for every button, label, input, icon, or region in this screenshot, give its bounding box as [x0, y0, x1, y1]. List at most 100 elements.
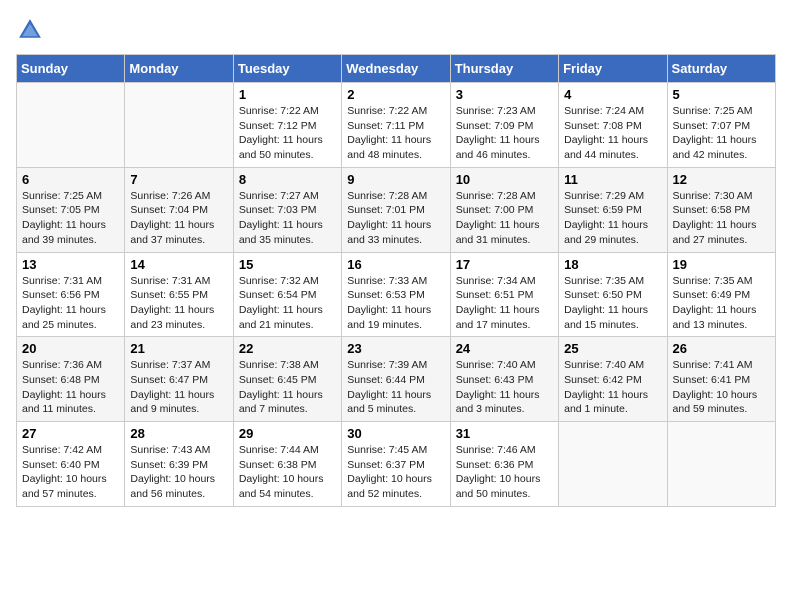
calendar-cell: 19Sunrise: 7:35 AM Sunset: 6:49 PM Dayli… [667, 252, 775, 337]
day-info: Sunrise: 7:46 AM Sunset: 6:36 PM Dayligh… [456, 443, 553, 502]
calendar-cell [667, 422, 775, 507]
calendar-cell: 4Sunrise: 7:24 AM Sunset: 7:08 PM Daylig… [559, 83, 667, 168]
calendar-cell: 24 Sunrise: 7:40 AM Sunset: 6:43 PM Dayli… [450, 337, 558, 422]
day-info: Sunrise: 7:22 AM Sunset: 7:11 PM Dayligh… [347, 104, 444, 163]
calendar-cell [17, 83, 125, 168]
calendar-cell: 2 Sunrise: 7:22 AM Sunset: 7:11 PM Daylig… [342, 83, 450, 168]
day-number: 27 [22, 426, 119, 441]
calendar-cell: 7 Sunrise: 7:26 AM Sunset: 7:04 PM Daylig… [125, 167, 233, 252]
day-info: Sunrise: 7:23 AM Sunset: 7:09 PM Dayligh… [456, 104, 553, 163]
day-info: Sunrise: 7:25 AM Sunset: 7:05 PM Dayligh… [22, 189, 119, 248]
calendar-week-row: 27 Sunrise: 7:42 AM Sunset: 6:40 PM Dayli… [17, 422, 776, 507]
day-number: 25 [564, 341, 661, 356]
day-number: 18 [564, 257, 661, 272]
calendar-cell [559, 422, 667, 507]
logo [16, 16, 48, 44]
calendar-cell: 28 Sunrise: 7:43 AM Sunset: 6:39 PM Dayli… [125, 422, 233, 507]
day-info: Sunrise: 7:35 AM Sunset: 6:50 PM Dayligh… [564, 274, 661, 333]
calendar-cell: 17 Sunrise: 7:34 AM Sunset: 6:51 PM Dayli… [450, 252, 558, 337]
day-number: 6 [22, 172, 119, 187]
day-number: 7 [130, 172, 227, 187]
day-number: 15 [239, 257, 336, 272]
calendar-cell: 11 Sunrise: 7:29 AM Sunset: 6:59 PM Dayli… [559, 167, 667, 252]
day-info: Sunrise: 7:29 AM Sunset: 6:59 PM Dayligh… [564, 189, 661, 248]
day-of-week-header: Wednesday [342, 55, 450, 83]
day-info: Sunrise: 7:43 AM Sunset: 6:39 PM Dayligh… [130, 443, 227, 502]
day-number: 16 [347, 257, 444, 272]
day-info: Sunrise: 7:42 AM Sunset: 6:40 PM Dayligh… [22, 443, 119, 502]
day-of-week-header: Saturday [667, 55, 775, 83]
day-info: Sunrise: 7:38 AM Sunset: 6:45 PM Dayligh… [239, 358, 336, 417]
day-number: 23 [347, 341, 444, 356]
calendar-cell: 21 Sunrise: 7:37 AM Sunset: 6:47 PM Dayli… [125, 337, 233, 422]
calendar-cell: 6 Sunrise: 7:25 AM Sunset: 7:05 PM Daylig… [17, 167, 125, 252]
calendar-cell: 23 Sunrise: 7:39 AM Sunset: 6:44 PM Dayli… [342, 337, 450, 422]
day-info: Sunrise: 7:37 AM Sunset: 6:47 PM Dayligh… [130, 358, 227, 417]
calendar-cell: 18 Sunrise: 7:35 AM Sunset: 6:50 PM Dayli… [559, 252, 667, 337]
day-of-week-header: Tuesday [233, 55, 341, 83]
day-info: Sunrise: 7:31 AM Sunset: 6:56 PM Dayligh… [22, 274, 119, 333]
day-number: 29 [239, 426, 336, 441]
calendar-header-row: SundayMondayTuesdayWednesdayThursdayFrid… [17, 55, 776, 83]
day-info: Sunrise: 7:41 AM Sunset: 6:41 PM Dayligh… [673, 358, 770, 417]
calendar-cell: 12Sunrise: 7:30 AM Sunset: 6:58 PM Dayli… [667, 167, 775, 252]
day-of-week-header: Sunday [17, 55, 125, 83]
day-info: Sunrise: 7:25 AM Sunset: 7:07 PM Dayligh… [673, 104, 770, 163]
day-number: 13 [22, 257, 119, 272]
calendar-cell: 16Sunrise: 7:33 AM Sunset: 6:53 PM Dayli… [342, 252, 450, 337]
day-info: Sunrise: 7:31 AM Sunset: 6:55 PM Dayligh… [130, 274, 227, 333]
day-number: 10 [456, 172, 553, 187]
day-number: 17 [456, 257, 553, 272]
calendar-table: SundayMondayTuesdayWednesdayThursdayFrid… [16, 54, 776, 507]
day-info: Sunrise: 7:28 AM Sunset: 7:00 PM Dayligh… [456, 189, 553, 248]
day-info: Sunrise: 7:27 AM Sunset: 7:03 PM Dayligh… [239, 189, 336, 248]
calendar-cell: 14 Sunrise: 7:31 AM Sunset: 6:55 PM Dayli… [125, 252, 233, 337]
day-number: 8 [239, 172, 336, 187]
day-number: 11 [564, 172, 661, 187]
calendar-cell: 9 Sunrise: 7:28 AM Sunset: 7:01 PM Daylig… [342, 167, 450, 252]
calendar-week-row: 13 Sunrise: 7:31 AM Sunset: 6:56 PM Dayli… [17, 252, 776, 337]
day-info: Sunrise: 7:30 AM Sunset: 6:58 PM Dayligh… [673, 189, 770, 248]
day-info: Sunrise: 7:34 AM Sunset: 6:51 PM Dayligh… [456, 274, 553, 333]
day-number: 9 [347, 172, 444, 187]
day-info: Sunrise: 7:36 AM Sunset: 6:48 PM Dayligh… [22, 358, 119, 417]
day-number: 30 [347, 426, 444, 441]
calendar-week-row: 6 Sunrise: 7:25 AM Sunset: 7:05 PM Daylig… [17, 167, 776, 252]
day-info: Sunrise: 7:22 AM Sunset: 7:12 PM Dayligh… [239, 104, 336, 163]
day-of-week-header: Monday [125, 55, 233, 83]
day-number: 28 [130, 426, 227, 441]
calendar-cell: 27 Sunrise: 7:42 AM Sunset: 6:40 PM Dayli… [17, 422, 125, 507]
day-number: 26 [673, 341, 770, 356]
calendar-cell: 5 Sunrise: 7:25 AM Sunset: 7:07 PM Daylig… [667, 83, 775, 168]
day-info: Sunrise: 7:44 AM Sunset: 6:38 PM Dayligh… [239, 443, 336, 502]
day-number: 21 [130, 341, 227, 356]
calendar-cell: 20 Sunrise: 7:36 AM Sunset: 6:48 PM Dayli… [17, 337, 125, 422]
calendar-week-row: 20 Sunrise: 7:36 AM Sunset: 6:48 PM Dayli… [17, 337, 776, 422]
day-info: Sunrise: 7:40 AM Sunset: 6:42 PM Dayligh… [564, 358, 661, 417]
calendar-cell: 25 Sunrise: 7:40 AM Sunset: 6:42 PM Dayli… [559, 337, 667, 422]
day-number: 22 [239, 341, 336, 356]
calendar-cell: 31Sunrise: 7:46 AM Sunset: 6:36 PM Dayli… [450, 422, 558, 507]
day-info: Sunrise: 7:39 AM Sunset: 6:44 PM Dayligh… [347, 358, 444, 417]
day-info: Sunrise: 7:35 AM Sunset: 6:49 PM Dayligh… [673, 274, 770, 333]
day-number: 14 [130, 257, 227, 272]
day-info: Sunrise: 7:40 AM Sunset: 6:43 PM Dayligh… [456, 358, 553, 417]
day-info: Sunrise: 7:45 AM Sunset: 6:37 PM Dayligh… [347, 443, 444, 502]
logo-icon [16, 16, 44, 44]
calendar-cell [125, 83, 233, 168]
day-number: 2 [347, 87, 444, 102]
day-of-week-header: Thursday [450, 55, 558, 83]
calendar-cell: 1Sunrise: 7:22 AM Sunset: 7:12 PM Daylig… [233, 83, 341, 168]
calendar-cell: 10 Sunrise: 7:28 AM Sunset: 7:00 PM Dayli… [450, 167, 558, 252]
day-of-week-header: Friday [559, 55, 667, 83]
calendar-cell: 29 Sunrise: 7:44 AM Sunset: 6:38 PM Dayli… [233, 422, 341, 507]
day-info: Sunrise: 7:32 AM Sunset: 6:54 PM Dayligh… [239, 274, 336, 333]
calendar-cell: 26 Sunrise: 7:41 AM Sunset: 6:41 PM Dayli… [667, 337, 775, 422]
calendar-cell: 30 Sunrise: 7:45 AM Sunset: 6:37 PM Dayli… [342, 422, 450, 507]
day-number: 24 [456, 341, 553, 356]
day-number: 20 [22, 341, 119, 356]
day-info: Sunrise: 7:26 AM Sunset: 7:04 PM Dayligh… [130, 189, 227, 248]
day-info: Sunrise: 7:24 AM Sunset: 7:08 PM Dayligh… [564, 104, 661, 163]
day-number: 5 [673, 87, 770, 102]
day-info: Sunrise: 7:28 AM Sunset: 7:01 PM Dayligh… [347, 189, 444, 248]
